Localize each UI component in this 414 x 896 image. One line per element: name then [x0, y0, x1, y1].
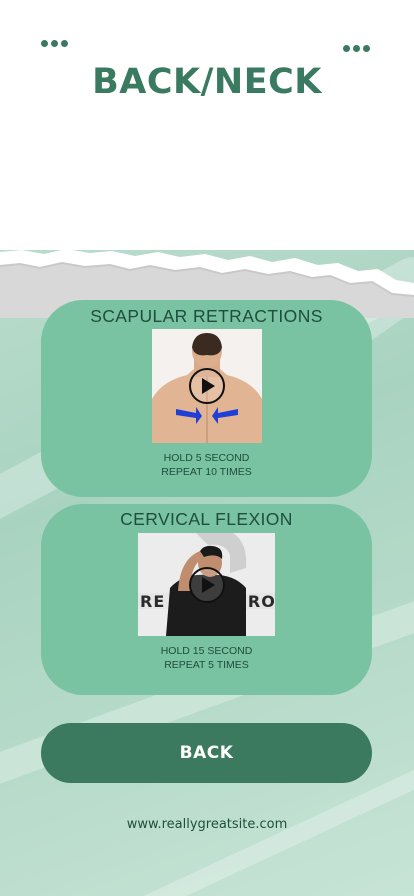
more-dots-icon-right[interactable]	[343, 45, 370, 52]
exercise-card-cervical-flexion: CERVICAL FLEXION RE ERO HOLD 15 SECOND R…	[41, 504, 372, 695]
page-title: BACK/NECK	[92, 62, 322, 102]
exercise-video-thumbnail[interactable]	[151, 329, 262, 443]
repeat-instruction: REPEAT 5 TIMES	[164, 659, 249, 671]
hold-instruction: HOLD 5 SECOND	[163, 452, 250, 464]
exercise-video-thumbnail[interactable]: RE ERO	[138, 533, 275, 636]
exercise-title: SCAPULAR RETRACTIONS	[90, 306, 323, 326]
exercise-title: CERVICAL FLEXION	[120, 509, 293, 529]
exercise-instructions: HOLD 5 SECOND REPEAT 10 TIMES	[41, 451, 372, 479]
svg-text:RE: RE	[140, 592, 165, 611]
exercise-card-scapular-retractions: SCAPULAR RETRACTIONS HOLD 5 SECOND REPEA…	[41, 300, 372, 497]
hold-instruction: HOLD 15 SECOND	[160, 645, 253, 657]
play-icon[interactable]	[188, 566, 225, 603]
more-dots-icon-left[interactable]	[41, 40, 68, 47]
website-link[interactable]: www.reallygreatsite.com	[0, 817, 414, 832]
play-icon[interactable]	[188, 368, 225, 404]
back-button[interactable]: BACK	[41, 723, 372, 783]
exercise-instructions: HOLD 15 SECOND REPEAT 5 TIMES	[41, 644, 372, 672]
repeat-instruction: REPEAT 10 TIMES	[161, 466, 252, 478]
